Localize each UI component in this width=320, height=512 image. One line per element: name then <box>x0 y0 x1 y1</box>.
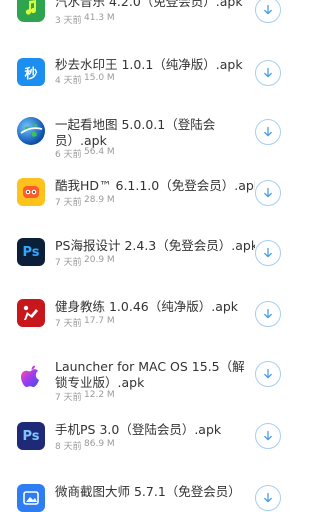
download-button[interactable] <box>255 423 281 449</box>
download-arrow-icon <box>264 430 272 441</box>
download-button[interactable] <box>255 119 281 145</box>
apple-logo-icon <box>17 363 45 391</box>
item-meta: 6 天前 56.4 M <box>55 147 115 160</box>
item-age: 4 天前 <box>55 76 82 86</box>
download-button[interactable] <box>255 485 281 511</box>
item-title: 秒去水印王 1.0.1（纯净版）.apk <box>55 57 243 72</box>
item-size: 28.9 M <box>84 195 115 205</box>
item-size: 41.3 M <box>84 13 115 23</box>
download-arrow-icon <box>264 247 272 258</box>
item-title: 手机PS 3.0（登陆会员）.apk <box>55 422 222 437</box>
item-meta: 7 天前 17.7 M <box>55 316 115 329</box>
download-arrow-icon <box>264 187 272 198</box>
photoshop-mobile-icon: Ps <box>17 422 45 450</box>
item-size: 15.0 M <box>84 73 115 83</box>
item-age: 6 天前 <box>55 150 82 160</box>
item-title: 酷我HD™ 6.1.1.0（免登会员）.apk <box>55 178 255 193</box>
globe-icon <box>17 117 45 145</box>
item-age: 7 天前 <box>55 258 82 268</box>
download-arrow-icon <box>264 492 272 503</box>
item-title: 微商截图大师 5.7.1（免登会员） <box>55 484 241 499</box>
item-title: 一起看地图 5.0.0.1（登陆会员）.apk <box>55 117 216 148</box>
fitness-icon <box>17 299 45 327</box>
item-size: 17.7 M <box>84 316 115 326</box>
item-size: 20.9 M <box>84 255 115 265</box>
item-title: 汽水音乐 4.2.0（免登会员）.apk <box>55 0 243 9</box>
download-arrow-icon <box>264 308 272 319</box>
item-size: 56.4 M <box>84 147 115 157</box>
download-arrow-icon <box>264 4 272 15</box>
watermark-remover-icon: 秒 <box>17 58 45 86</box>
download-arrow-icon <box>264 126 272 137</box>
download-button[interactable] <box>255 180 281 206</box>
download-button[interactable] <box>255 240 281 266</box>
item-title: Launcher for MAC OS 15.5（解锁专业版）.apk <box>55 359 245 390</box>
download-button[interactable] <box>255 361 281 387</box>
file-list: 汽水音乐 4.2.0（免登会员）.apk 3 天前 41.3 M 秒 秒去水印王… <box>0 0 300 512</box>
download-button[interactable] <box>255 301 281 327</box>
item-meta: 7 天前 28.9 M <box>55 195 115 208</box>
item-age: 7 天前 <box>55 319 82 329</box>
item-age: 7 天前 <box>55 393 82 403</box>
item-size: 86.9 M <box>84 439 115 449</box>
item-meta: 7 天前 12.2 M <box>55 390 115 403</box>
kuwo-icon <box>17 178 45 206</box>
screenshot-icon <box>17 484 45 512</box>
download-arrow-icon <box>264 67 272 78</box>
item-meta: 7 天前 20.9 M <box>55 255 115 268</box>
item-age: 3 天前 <box>55 16 82 26</box>
item-size: 12.2 M <box>84 390 115 400</box>
download-button[interactable] <box>255 60 281 86</box>
photoshop-icon: Ps <box>17 238 45 266</box>
download-button[interactable] <box>255 0 281 23</box>
download-arrow-icon <box>264 368 272 379</box>
item-age: 7 天前 <box>55 198 82 208</box>
item-meta: 4 天前 15.0 M <box>55 73 115 86</box>
item-meta: 8 天前 86.9 M <box>55 439 115 452</box>
item-title: 健身教练 1.0.46（纯净版）.apk <box>55 299 239 314</box>
item-meta: 3 天前 41.3 M <box>55 13 115 26</box>
item-age: 8 天前 <box>55 442 82 452</box>
music-note-icon <box>17 0 45 22</box>
item-title: PS海报设计 2.4.3（免登会员）.apk <box>55 238 255 253</box>
